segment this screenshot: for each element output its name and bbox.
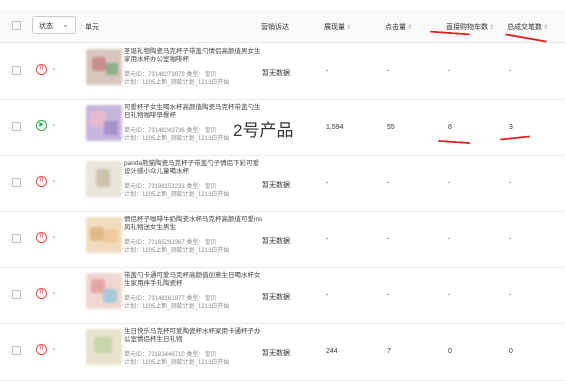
table-row[interactable]: II ⌄ panda熊猫陶瓷马克杯子带盖勺子情侣下彩可爱设计感小众儿童喝水杯 单… (0, 156, 565, 212)
unit-title[interactable]: 情侣杯子咖啡牛奶陶瓷水杯马克杯高颜值可爱ins风礼物送女生男生 (124, 216, 264, 232)
clicks-value: - (387, 180, 390, 187)
sort-icon[interactable]: ⇕ (543, 25, 548, 31)
sort-icon[interactable]: ⇕ (489, 25, 494, 31)
unit-title[interactable]: 圣诞礼物陶瓷马克杯子带盖勺情侣高颜值男女生家用水杯办公室咖啡杯 (124, 48, 264, 64)
pause-status-icon[interactable]: II (36, 176, 47, 187)
column-header-marketing: 营销诉达 (261, 24, 289, 31)
product-thumbnail (86, 273, 122, 309)
orders-value: - (509, 180, 512, 187)
product-thumbnail (86, 105, 122, 141)
table-row[interactable]: II ⌄ 带盖勺卡通可爱马克杯高颜值创意生日喝水杯女生家用伴手礼陶瓷杯 单元ID… (0, 268, 565, 324)
orders-value: - (509, 68, 512, 75)
select-all-checkbox[interactable] (12, 21, 21, 30)
product-thumbnail (86, 329, 122, 365)
clicks-value: - (387, 236, 390, 243)
unit-id: 单元ID：73148273679 类型：宝贝 (124, 72, 217, 78)
product-thumbnail (86, 49, 122, 85)
column-header-unit: 单元 (85, 24, 99, 31)
cart-value: - (448, 68, 451, 75)
table-row[interactable]: II ⌄ 圣诞礼物陶瓷马克杯子带盖勺情侣高颜值男女生家用水杯办公室咖啡杯 单元I… (0, 44, 565, 100)
play-status-icon[interactable]: ▶ (36, 120, 47, 131)
impressions-value: 1,594 (326, 124, 344, 131)
product-thumbnail (86, 161, 122, 197)
status-filter-label: 状态 (39, 23, 53, 30)
row-checkbox[interactable] (12, 66, 21, 75)
impressions-value: - (326, 236, 329, 243)
sort-icon[interactable]: ⇕ (407, 25, 412, 31)
impressions-value: - (326, 68, 329, 75)
cart-value: - (448, 292, 451, 299)
cart-value: 0 (448, 348, 452, 355)
unit-plan: 计划：1205上新_测款计划_1213日开始 (124, 192, 230, 198)
unit-plan: 计划：1205上新_测款计划_1213日开始 (124, 248, 230, 254)
clicks-value: 55 (387, 124, 395, 131)
chevron-down-icon[interactable]: ⌄ (51, 64, 57, 72)
row-checkbox[interactable] (12, 234, 21, 243)
column-header-impressions[interactable]: 展现量⇕ (324, 22, 351, 32)
unit-plan: 计划：1205上新_测款计划_1213日开始 (124, 360, 230, 366)
cart-value: 8 (448, 124, 452, 131)
chevron-down-icon[interactable]: ⌄ (51, 344, 57, 352)
status-filter-dropdown[interactable]: 状态 ⌄ (32, 16, 76, 34)
impressions-value: 244 (326, 348, 338, 355)
sort-icon[interactable]: ⇕ (346, 25, 351, 31)
marketing-value: 暂无数据 (262, 294, 290, 301)
unit-plan: 计划：1205上新_测款计划_1213日开始 (124, 80, 230, 86)
impressions-header-label: 展现量 (324, 24, 345, 31)
product-annotation-label: 2号产品 (233, 121, 294, 140)
chevron-down-icon[interactable]: ⌄ (51, 176, 57, 184)
marketing-value: 暂无数据 (262, 238, 290, 245)
unit-title[interactable]: 生日快乐马克杯可爱陶瓷杯水杯家用卡通杯子办公室情侣杯生日礼物 (124, 328, 264, 344)
cart-value: - (448, 180, 451, 187)
pause-status-icon[interactable]: II (36, 288, 47, 299)
row-checkbox[interactable] (12, 290, 21, 299)
chevron-down-icon[interactable]: ⌄ (51, 120, 57, 128)
table-header: 状态 ⌄ 单元 营销诉达 展现量⇕ 点击量⇕ 直接购物车数⇕ 总成交笔数⇕ (0, 10, 565, 43)
column-header-clicks[interactable]: 点击量⇕ (385, 22, 412, 32)
clicks-value: 7 (387, 348, 391, 355)
orders-value: - (509, 292, 512, 299)
unit-id: 单元ID：73165293367 类型：宝贝 (124, 240, 217, 246)
unit-title[interactable]: panda熊猫陶瓷马克杯子带盖勺子情侣下彩可爱设计感小众儿童喝水杯 (124, 160, 264, 176)
product-thumbnail (86, 217, 122, 253)
orders-header-label: 总成交笔数 (507, 24, 542, 31)
unit-id: 单元ID：73148161877 类型：宝贝 (124, 296, 217, 302)
pause-status-icon[interactable]: II (36, 232, 47, 243)
orders-value: - (509, 236, 512, 243)
cart-value: - (448, 236, 451, 243)
orders-value: 0 (509, 348, 513, 355)
marketing-value: 暂无数据 (262, 350, 290, 357)
unit-title[interactable]: 带盖勺卡通可爱马克杯高颜值创意生日喝水杯女生家用伴手礼陶瓷杯 (124, 272, 264, 288)
unit-id: 单元ID：73198152233 类型：宝贝 (124, 184, 217, 190)
chevron-down-icon[interactable]: ⌄ (51, 288, 57, 296)
unit-plan: 计划：1205上新_测款计划_1213日开始 (124, 304, 230, 310)
unit-id: 单元ID：73183448710 类型：宝贝 (124, 352, 217, 358)
cart-header-label: 直接购物车数 (446, 24, 488, 31)
column-header-orders[interactable]: 总成交笔数⇕ (507, 22, 548, 32)
row-checkbox[interactable] (12, 346, 21, 355)
pause-status-icon[interactable]: II (36, 64, 47, 75)
chevron-down-icon: ⌄ (62, 20, 69, 29)
marketing-value: 暂无数据 (262, 70, 290, 77)
clicks-value: - (387, 292, 390, 299)
clicks-value: - (387, 68, 390, 75)
row-checkbox[interactable] (12, 122, 21, 131)
table-row[interactable]: II ⌄ 情侣杯子咖啡牛奶陶瓷水杯马克杯高颜值可爱ins风礼物送女生男生 单元I… (0, 212, 565, 268)
row-checkbox[interactable] (12, 178, 21, 187)
pause-status-icon[interactable]: II (36, 344, 47, 355)
impressions-value: - (326, 180, 329, 187)
column-header-cart[interactable]: 直接购物车数⇕ (446, 22, 494, 32)
orders-value: 3 (509, 124, 513, 131)
table-row[interactable]: II ⌄ 生日快乐马克杯可爱陶瓷杯水杯家用卡通杯子办公室情侣杯生日礼物 单元ID… (0, 324, 565, 381)
marketing-value: 暂无数据 (262, 182, 290, 189)
clicks-header-label: 点击量 (385, 24, 406, 31)
impressions-value: - (326, 292, 329, 299)
chevron-down-icon[interactable]: ⌄ (51, 232, 57, 240)
